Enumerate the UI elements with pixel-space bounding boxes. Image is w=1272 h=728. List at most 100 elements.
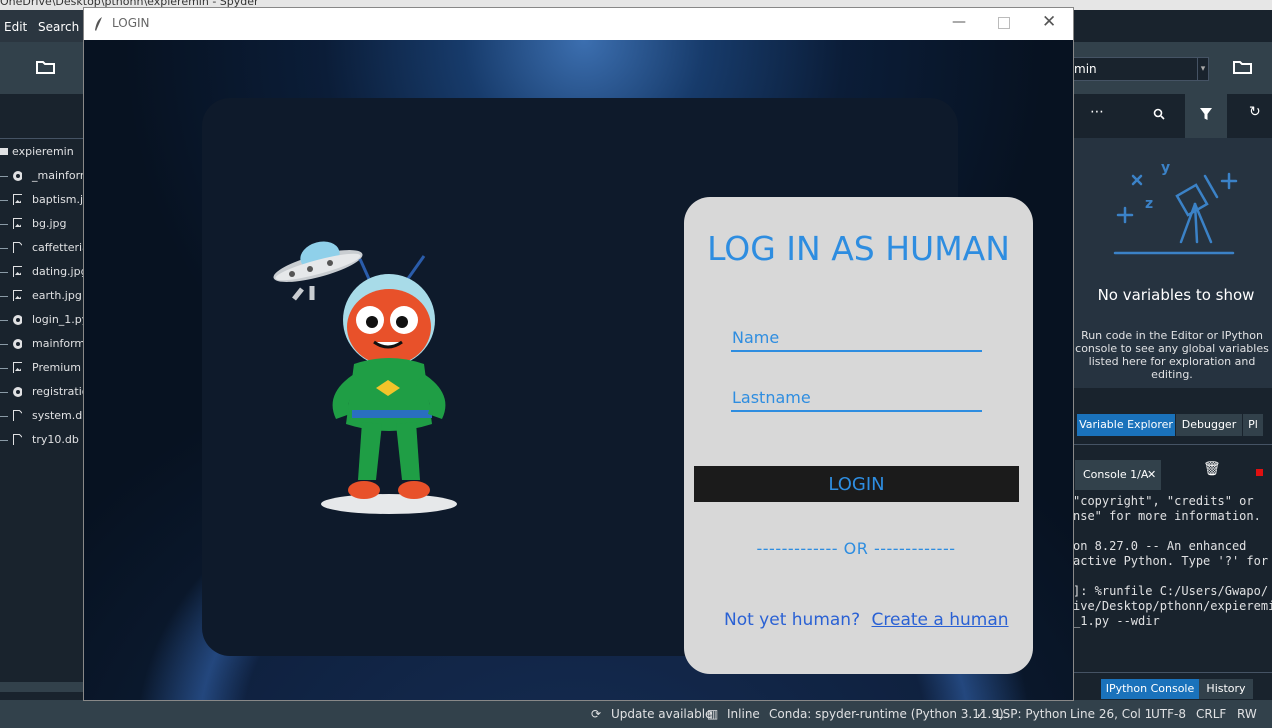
trash-icon[interactable]: 🗑 [1203,461,1221,477]
image-file-icon [13,290,22,301]
filter-button[interactable] [1185,94,1227,138]
login-window-title: LOGIN [112,16,150,30]
file-explorer: expieremin _mainform baptism.jpg bg.jpg caf… [0,140,84,680]
file-name: dating.jpg [32,265,84,278]
stop-icon[interactable] [1256,469,1263,476]
file-name: system.db [32,409,84,422]
files-header [0,94,84,139]
file-item[interactable]: baptism.jpg [0,189,84,213]
file-name: earth.jpg [32,289,82,302]
update-icon: ⟳ [591,707,602,721]
tab-history[interactable]: History [1199,679,1253,699]
space-background: LOG IN AS HUMAN LOGIN ------------- OR -… [84,40,1073,700]
tab-plots[interactable]: Pl [1243,414,1263,436]
tree-line [0,176,8,177]
tree-line [0,272,8,273]
status-inline[interactable]: Inline [727,707,760,721]
signup-prompt: Not yet human? Create a human [724,610,1009,630]
open-folder-icon[interactable] [36,59,56,75]
status-lsp[interactable]: LSP: Python [996,707,1067,721]
file-name: try10.db [32,433,79,446]
file-item[interactable]: try10.db [0,429,84,453]
lastname-input[interactable] [731,384,982,412]
console-line: nse" for more information. [1073,509,1261,523]
file-item[interactable]: bg.jpg [0,213,84,237]
console-tab-label: Console 1/A [1083,468,1149,481]
root-label: expieremin [12,145,74,158]
create-human-link[interactable]: Create a human [872,610,1009,630]
file-item[interactable]: Premium Pl [0,357,84,381]
login-title-bar[interactable]: LOGIN — ✕ [84,8,1073,40]
varexp-toolbar: ⋯ ↻ [1073,94,1272,138]
tree-line [0,392,8,393]
image-file-icon [13,362,22,373]
tab-debugger[interactable]: Debugger [1176,414,1242,436]
working-dir-value: min [1074,62,1097,76]
tree-root[interactable]: expieremin [0,141,84,165]
status-encoding: UTF-8 [1151,707,1186,721]
folder-icon [0,148,8,155]
minimize-button[interactable]: — [952,14,966,30]
file-name: mainform.p [32,337,84,350]
close-icon[interactable]: ✕ [1147,460,1156,490]
menu-edit[interactable]: Edit [4,20,27,34]
login-card: LOG IN AS HUMAN LOGIN ------------- OR -… [202,98,1033,674]
tab-ipython-console[interactable]: IPython Console [1101,679,1199,699]
open-folder-icon[interactable] [1233,59,1253,75]
toolbar-right: min ▾ [1073,42,1272,94]
chevron-down-icon[interactable]: ▾ [1197,58,1208,80]
file-item[interactable]: _mainform [0,165,84,189]
file-item[interactable]: registratio [0,381,84,405]
file-item[interactable]: earth.jpg [0,285,84,309]
python-file-icon [13,315,22,325]
no-variables-title: No variables to show [1097,286,1255,304]
file-icon [13,242,22,253]
login-button[interactable]: LOGIN [694,466,1019,502]
file-scrollbar[interactable] [0,682,84,692]
tab-variable-explorer[interactable]: Variable Explorer [1077,414,1175,436]
file-item[interactable]: dating.jpg [0,261,84,285]
name-input[interactable] [731,324,982,352]
tab-console[interactable]: Console 1/A ✕ [1075,460,1161,490]
status-mode: RW [1237,707,1257,721]
tree-line [0,200,8,201]
status-conda[interactable]: Conda: spyder-runtime (Python 3.11.9) [769,707,1004,721]
filter-icon [1200,108,1212,120]
file-name: _mainform [32,169,84,182]
spyder-toolbar-left [0,42,84,94]
search-icon[interactable] [1153,108,1165,120]
file-name: caffetteria [32,241,84,254]
file-name: bg.jpg [32,217,67,230]
login-window: LOGIN — ✕ LOG IN AS HUMAN Name Lastname … [84,8,1073,700]
close-button[interactable]: ✕ [1042,12,1056,32]
console-output[interactable]: "copyright", "credits" or nse" for more i… [1073,494,1272,644]
refresh-icon[interactable]: ↻ [1249,104,1261,120]
file-item[interactable]: system.db [0,405,84,429]
status-eol: CRLF [1196,707,1227,721]
python-file-icon [13,339,22,349]
svg-text:y: y [1161,160,1170,176]
maximize-button[interactable] [998,17,1010,29]
working-dir-combo[interactable]: min ▾ [1073,57,1209,81]
console-line: "copyright", "credits" or [1073,494,1254,508]
menu-search[interactable]: Search [38,20,79,34]
image-file-icon [13,194,22,205]
console-line: on 8.27.0 -- An enhanced [1073,539,1247,553]
file-item[interactable]: caffetteria [0,237,84,261]
or-divider: ------------- OR ------------- [756,539,956,558]
console-bottom-tabs: IPython Console History [1073,672,1272,701]
file-icon [13,410,22,421]
console-tabbar: Console 1/A ✕ 🗑 [1073,444,1272,491]
console-line: ]: %runfile C:/Users/Gwapo/ [1073,584,1269,598]
status-update[interactable]: Update available [611,707,712,721]
more-options-icon[interactable]: ⋯ [1090,104,1104,120]
feather-icon [95,17,102,31]
file-item[interactable]: mainform.p [0,333,84,357]
tree-line [0,248,8,249]
file-name: registratio [32,385,84,398]
alien-illustration [273,241,457,514]
tree-line [0,296,8,297]
file-item[interactable]: login_1.py [0,309,84,333]
